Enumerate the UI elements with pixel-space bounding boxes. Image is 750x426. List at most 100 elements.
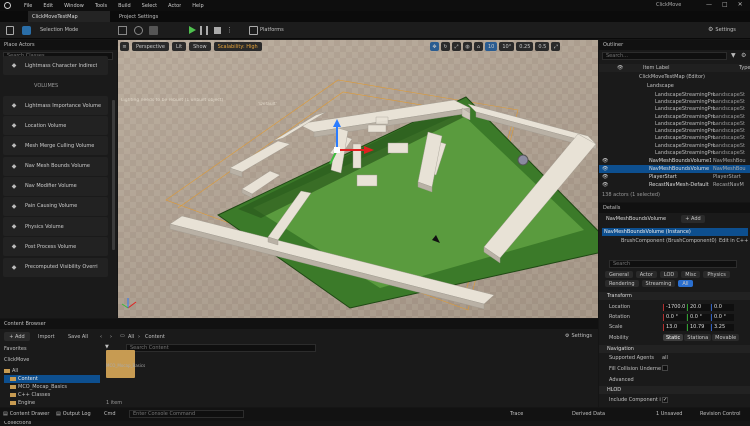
details-tab-physics[interactable]: Physics <box>703 271 730 278</box>
add-content-icon[interactable] <box>149 26 158 35</box>
outliner-row[interactable]: LandscapeStreamingPro LandscapeSt <box>599 135 750 142</box>
place-actor-item[interactable]: ◆ Precomputed Visibility Overri <box>3 257 108 277</box>
platforms-dropdown[interactable]: Platforms <box>260 27 284 33</box>
maximize-viewport-icon[interactable]: ⤢ <box>551 42 561 51</box>
navigation-section[interactable]: Navigation <box>599 345 750 353</box>
mode-icon[interactable] <box>22 26 31 35</box>
place-actor-item[interactable]: ◆ Post Process Volume <box>3 237 108 257</box>
transform-rotation-z-field[interactable]: 0.0 ° <box>711 313 734 321</box>
outliner-row[interactable]: 👁 NavMeshBoundsVolume1 NavMeshBou <box>599 157 750 165</box>
tree-node[interactable]: Content <box>4 375 100 383</box>
transform-section[interactable]: Transform <box>599 292 750 300</box>
scale-snap-button[interactable]: 0.25 <box>516 42 534 51</box>
outliner-row[interactable]: LandscapeStreamingPro LandscapeSt <box>599 91 750 98</box>
save-icon[interactable] <box>6 26 14 35</box>
menu-item-tools[interactable]: Tools <box>95 3 107 9</box>
details-tab-all[interactable]: All <box>678 280 693 287</box>
derived-data-button[interactable]: Derived Data <box>572 411 605 417</box>
menu-item-build[interactable]: Build <box>118 3 131 9</box>
item-label-column[interactable]: Item Label <box>643 65 669 71</box>
transform-scale-z-field[interactable]: 3.25 <box>711 323 734 331</box>
edit-in-cpp-link[interactable]: Edit in C++ <box>719 238 748 244</box>
show-button[interactable]: Show <box>189 42 211 51</box>
place-actor-item[interactable]: ◆ Pain Causing Volume <box>3 196 108 216</box>
blueprint-icon[interactable] <box>118 26 127 35</box>
outliner-row[interactable]: LandscapeStreamingPro LandscapeSt <box>599 149 750 156</box>
add-component-button[interactable]: + Add <box>681 215 705 223</box>
menu-item-select[interactable]: Select <box>142 3 157 9</box>
platforms-icon[interactable] <box>249 26 258 35</box>
outliner-row[interactable]: LandscapeStreamingPro LandscapeSt <box>599 98 750 105</box>
more-options-icon[interactable]: ⋮ <box>226 26 233 35</box>
step-icon[interactable] <box>200 26 208 35</box>
play-icon[interactable] <box>189 26 196 34</box>
menu-item-help[interactable]: Help <box>192 3 203 9</box>
revision-control-button[interactable]: Revision Control <box>700 411 741 417</box>
close-icon[interactable]: ✕ <box>738 1 743 8</box>
unsaved-button[interactable]: 1 Unsaved <box>656 411 682 417</box>
outliner-row[interactable]: LandscapeStreamingPro LandscapeSt <box>599 120 750 127</box>
place-actor-item[interactable]: ◆ Mesh Merge Culling Volume <box>3 136 108 156</box>
transform-scale-x-field[interactable]: 13.0 <box>663 323 686 331</box>
stop-icon[interactable] <box>214 27 221 34</box>
transform-rotation-x-field[interactable]: 0.0 ° <box>663 313 686 321</box>
project-root[interactable]: ClickMove <box>4 357 29 363</box>
transform-rotation-y-field[interactable]: 0.0 ° <box>687 313 710 321</box>
details-tab-lod[interactable]: LOD <box>659 271 679 278</box>
details-tab-general[interactable]: General <box>605 271 633 278</box>
place-actor-item[interactable]: ◆ Lightmass Importance Volume <box>3 96 108 115</box>
tree-node[interactable]: C++ Classes <box>4 391 100 399</box>
details-tab-misc[interactable]: Misc <box>681 271 701 278</box>
favorites-section[interactable]: Favorites <box>4 346 27 352</box>
details-tab-rendering[interactable]: Rendering <box>605 280 639 287</box>
outliner-row[interactable]: LandscapeStreamingPro LandscapeSt <box>599 113 750 120</box>
details-search-input[interactable] <box>609 260 737 268</box>
mobility-stationa[interactable]: Stationa <box>684 334 712 341</box>
settings-button[interactable]: ⚙ Settings <box>708 26 736 33</box>
search-content-input[interactable] <box>126 344 316 352</box>
tree-node[interactable]: MCO_Mocap_Basics <box>4 383 100 391</box>
scalability-button[interactable]: Scalability: High <box>213 42 262 51</box>
fill-collision-checkbox[interactable] <box>662 365 668 371</box>
outliner-row[interactable]: LandscapeStreamingPro LandscapeSt <box>599 142 750 149</box>
outliner-row[interactable]: 👁 RecastNavMesh-Default RecastNavM <box>599 181 750 189</box>
menu-item-window[interactable]: Window <box>64 3 84 9</box>
outliner-landscape-row[interactable]: Landscape <box>647 83 674 89</box>
outliner-settings-icon[interactable]: ⚙ <box>741 52 746 59</box>
include-component-checkbox[interactable]: ✓ <box>662 397 668 403</box>
camera-speed-button[interactable]: 0.5 <box>535 42 550 51</box>
details-tab-actor[interactable]: Actor <box>635 271 657 278</box>
outliner-row[interactable]: 👁 PlayerStart PlayerStart <box>599 173 750 181</box>
transform-scale-label[interactable]: Scale <box>609 324 643 330</box>
console-input[interactable] <box>129 410 244 418</box>
tab-project-settings[interactable]: Project Settings <box>115 11 158 22</box>
rotate-icon[interactable]: ↻ <box>441 42 450 51</box>
mobility-movable[interactable]: Movable <box>712 334 740 341</box>
details-tab-streaming[interactable]: Streaming <box>641 280 676 287</box>
transform-location-x-field[interactable]: -1700.0 <box>663 303 686 311</box>
menu-item-actor[interactable]: Actor <box>168 3 181 9</box>
outliner-row[interactable]: LandscapeStreamingPro LandscapeSt <box>599 106 750 113</box>
level-viewport[interactable]: Lighting needs to be rebuilt (1 unbuilt … <box>118 40 598 318</box>
tree-node[interactable]: Engine <box>4 399 100 407</box>
output-log-button[interactable]: ▤ Output Log <box>56 411 91 417</box>
place-actor-item[interactable]: ◆ Location Volume <box>3 116 108 136</box>
supported-agents-value[interactable]: all <box>662 355 668 361</box>
import-button[interactable]: Import <box>38 334 55 340</box>
outliner-filter-icon[interactable]: ▼ <box>731 52 736 59</box>
breadcrumb-content[interactable]: Content <box>145 334 165 340</box>
transform-rotation-label[interactable]: Rotation <box>609 314 643 320</box>
place-actor-item[interactable]: ◆ Nav Mesh Bounds Volume <box>3 156 108 176</box>
scale-icon[interactable]: ⤢ <box>452 42 461 51</box>
component-instance-row[interactable]: NavMeshBoundsVolume (Instance) <box>602 228 748 236</box>
place-actor-item[interactable]: ◆ Physics Volume <box>3 217 108 237</box>
content-drawer-button[interactable]: ▤ Content Drawer <box>3 411 49 417</box>
outliner-row[interactable]: LandscapeStreamingPro LandscapeSt <box>599 127 750 134</box>
grid-snap-button[interactable]: 10 <box>485 42 498 51</box>
selection-mode-dropdown[interactable]: Selection Mode <box>40 27 78 33</box>
add-button[interactable]: + Add <box>4 332 30 341</box>
perspective-button[interactable]: Perspective <box>132 42 169 51</box>
eye-icon[interactable]: 👁 <box>602 158 608 164</box>
menu-item-file[interactable]: File <box>24 3 32 9</box>
transform-scale-y-field[interactable]: 10.79 <box>687 323 710 331</box>
